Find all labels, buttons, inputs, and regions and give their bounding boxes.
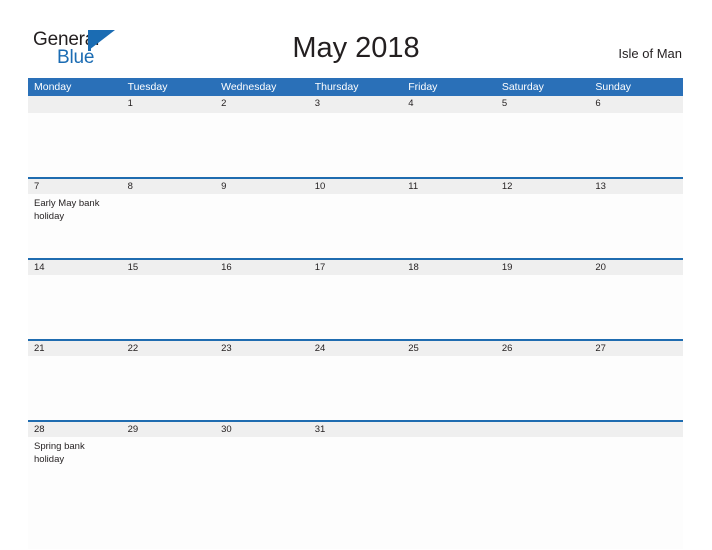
day-number[interactable]: 26 xyxy=(496,341,590,356)
day-number[interactable]: 31 xyxy=(309,422,403,437)
day-number[interactable]: 20 xyxy=(589,260,683,275)
day-event[interactable] xyxy=(589,275,683,339)
day-number[interactable]: 3 xyxy=(309,96,403,113)
day-event[interactable] xyxy=(28,113,122,177)
day-number[interactable]: 29 xyxy=(122,422,216,437)
day-event[interactable] xyxy=(496,194,590,258)
day-number[interactable]: 27 xyxy=(589,341,683,356)
calendar-page: General Blue May 2018 Isle of Man Monday… xyxy=(0,0,712,550)
day-event[interactable] xyxy=(589,437,683,549)
day-event[interactable] xyxy=(309,194,403,258)
calendar-week-row: 28 29 30 31 Spring bank holiday xyxy=(28,420,683,549)
weekday-header-wednesday: Wednesday xyxy=(221,81,277,93)
day-event[interactable] xyxy=(309,113,403,177)
week-date-band: 1 2 3 4 5 6 xyxy=(28,96,683,113)
calendar-header-row: Monday Tuesday Wednesday Thursday Friday… xyxy=(28,78,683,96)
day-number[interactable]: 9 xyxy=(215,179,309,194)
day-event[interactable] xyxy=(122,113,216,177)
week-date-band: 14 15 16 17 18 19 20 xyxy=(28,258,683,275)
day-number[interactable]: 22 xyxy=(122,341,216,356)
day-number[interactable] xyxy=(496,422,590,437)
day-number[interactable]: 19 xyxy=(496,260,590,275)
week-event-band: Spring bank holiday xyxy=(28,437,683,549)
day-number[interactable]: 28 xyxy=(28,422,122,437)
day-event[interactable] xyxy=(402,437,496,549)
calendar-week-row: 14 15 16 17 18 19 20 xyxy=(28,258,683,339)
day-number[interactable]: 4 xyxy=(402,96,496,113)
day-event[interactable] xyxy=(122,356,216,420)
day-event[interactable] xyxy=(402,113,496,177)
week-date-band: 21 22 23 24 25 26 27 xyxy=(28,339,683,356)
day-event[interactable] xyxy=(215,437,309,549)
day-event[interactable] xyxy=(122,275,216,339)
day-number[interactable]: 10 xyxy=(309,179,403,194)
day-event[interactable] xyxy=(589,113,683,177)
day-number[interactable]: 1 xyxy=(122,96,216,113)
day-event[interactable] xyxy=(215,275,309,339)
calendar-week-row: 21 22 23 24 25 26 27 xyxy=(28,339,683,420)
day-number[interactable] xyxy=(28,96,122,113)
weekday-header-tuesday: Tuesday xyxy=(127,81,168,93)
page-header: General Blue May 2018 Isle of Man xyxy=(0,0,712,78)
day-event[interactable] xyxy=(215,113,309,177)
day-number[interactable]: 25 xyxy=(402,341,496,356)
page-title: May 2018 xyxy=(292,32,420,64)
day-event[interactable] xyxy=(122,437,216,549)
day-event[interactable] xyxy=(589,356,683,420)
day-number[interactable]: 15 xyxy=(122,260,216,275)
week-event-band xyxy=(28,275,683,339)
day-event[interactable] xyxy=(496,275,590,339)
day-number[interactable]: 5 xyxy=(496,96,590,113)
day-number[interactable]: 8 xyxy=(122,179,216,194)
day-event[interactable] xyxy=(402,275,496,339)
day-number[interactable]: 2 xyxy=(215,96,309,113)
day-number[interactable] xyxy=(402,422,496,437)
day-number[interactable]: 21 xyxy=(28,341,122,356)
location-label: Isle of Man xyxy=(618,46,682,61)
day-number[interactable]: 17 xyxy=(309,260,403,275)
day-number[interactable]: 11 xyxy=(402,179,496,194)
day-event[interactable] xyxy=(28,275,122,339)
week-date-band: 28 29 30 31 xyxy=(28,420,683,437)
day-event[interactable] xyxy=(589,194,683,258)
weekday-header-friday: Friday xyxy=(408,81,438,93)
day-event[interactable]: Early May bank holiday xyxy=(28,194,122,258)
day-number[interactable]: 23 xyxy=(215,341,309,356)
day-event[interactable] xyxy=(496,356,590,420)
day-event[interactable] xyxy=(309,437,403,549)
calendar-week-row: 1 2 3 4 5 6 xyxy=(28,96,683,177)
day-number[interactable]: 30 xyxy=(215,422,309,437)
day-number[interactable]: 14 xyxy=(28,260,122,275)
week-event-band: Early May bank holiday xyxy=(28,194,683,258)
day-event[interactable] xyxy=(28,356,122,420)
day-number[interactable]: 16 xyxy=(215,260,309,275)
day-event[interactable] xyxy=(496,113,590,177)
day-number[interactable] xyxy=(589,422,683,437)
day-number[interactable]: 6 xyxy=(589,96,683,113)
calendar-table: Monday Tuesday Wednesday Thursday Friday… xyxy=(28,78,683,549)
day-number[interactable]: 18 xyxy=(402,260,496,275)
day-event[interactable] xyxy=(309,356,403,420)
day-event[interactable] xyxy=(402,194,496,258)
day-number[interactable]: 12 xyxy=(496,179,590,194)
day-event[interactable] xyxy=(122,194,216,258)
day-event[interactable]: Spring bank holiday xyxy=(28,437,122,549)
day-event[interactable] xyxy=(402,356,496,420)
day-number[interactable]: 7 xyxy=(28,179,122,194)
day-event[interactable] xyxy=(215,356,309,420)
week-event-band xyxy=(28,113,683,177)
weekday-header-thursday: Thursday xyxy=(314,81,359,93)
day-number[interactable]: 13 xyxy=(589,179,683,194)
week-event-band xyxy=(28,356,683,420)
day-event[interactable] xyxy=(215,194,309,258)
day-event[interactable] xyxy=(309,275,403,339)
weekday-header-monday: Monday xyxy=(34,81,72,93)
week-date-band: 7 8 9 10 11 12 13 xyxy=(28,177,683,194)
day-number[interactable]: 24 xyxy=(309,341,403,356)
calendar-week-row: 7 8 9 10 11 12 13 Early May bank holiday xyxy=(28,177,683,258)
weekday-header-saturday: Saturday xyxy=(501,81,544,93)
weekday-header-sunday: Sunday xyxy=(595,81,631,93)
day-event[interactable] xyxy=(496,437,590,549)
